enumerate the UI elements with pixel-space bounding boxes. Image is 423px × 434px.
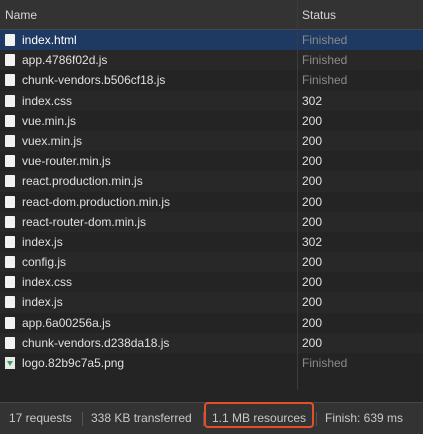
- document-icon: [5, 74, 15, 87]
- request-name: config.js: [22, 255, 67, 270]
- request-name: app.4786f02d.js: [22, 53, 108, 68]
- document-icon: [5, 195, 15, 208]
- document-icon: [5, 94, 15, 107]
- network-panel: Name Status index.html Finished app.4786f0…: [0, 0, 423, 434]
- request-status: 200: [302, 315, 323, 330]
- column-header-status[interactable]: Status: [302, 0, 336, 30]
- table-row[interactable]: index.css 302: [0, 90, 423, 111]
- table-row[interactable]: index.js 302: [0, 231, 423, 253]
- request-status: 302: [302, 234, 323, 249]
- document-icon: [5, 316, 15, 329]
- requests-count: 17 requests: [9, 411, 72, 425]
- table-row[interactable]: app.6a00256a.js 200: [0, 312, 423, 333]
- request-status: 200: [302, 174, 323, 189]
- request-status: 200: [302, 113, 323, 128]
- request-status: 200: [302, 295, 323, 310]
- transferred-size: 338 KB transferred: [91, 411, 192, 425]
- table-row[interactable]: chunk-vendors.d238da18.js 200: [0, 332, 423, 353]
- request-status: Finished: [302, 53, 348, 68]
- request-name: index.css: [22, 93, 73, 108]
- document-icon: [5, 155, 15, 168]
- document-icon: [5, 134, 15, 147]
- request-name: app.6a00256a.js: [22, 315, 111, 330]
- column-header-name[interactable]: Name: [5, 0, 37, 30]
- summary-divider: [82, 412, 83, 426]
- request-status: 200: [302, 214, 323, 229]
- document-icon: [5, 114, 15, 127]
- request-status: Finished: [302, 356, 348, 370]
- request-status: Finished: [302, 73, 348, 88]
- request-name: react-router-dom.min.js: [22, 214, 147, 229]
- request-name: react.production.min.js: [22, 174, 143, 189]
- request-status: 200: [302, 255, 323, 270]
- request-name: index.html: [22, 33, 77, 47]
- request-status: 302: [302, 93, 323, 108]
- request-status: 200: [302, 194, 323, 209]
- table-row[interactable]: react-router-dom.min.js 200: [0, 211, 423, 232]
- table-row[interactable]: config.js 200: [0, 252, 423, 273]
- document-icon: [5, 175, 15, 188]
- request-name: logo.82b9c7a5.png: [22, 356, 125, 370]
- document-icon: [5, 336, 15, 349]
- table-row[interactable]: react-dom.production.min.js 200: [0, 191, 423, 212]
- document-icon: [5, 235, 15, 248]
- table-row[interactable]: index.html Finished: [0, 30, 423, 51]
- request-name: vue.min.js: [22, 113, 77, 128]
- table-row[interactable]: app.4786f02d.js Finished: [0, 50, 423, 71]
- document-icon: [5, 54, 15, 67]
- table-row[interactable]: vuex.min.js 200: [0, 130, 423, 152]
- document-icon: [5, 34, 15, 46]
- request-status: 200: [302, 154, 323, 169]
- column-divider[interactable]: [297, 0, 298, 390]
- request-name: chunk-vendors.b506cf18.js: [22, 73, 166, 88]
- request-name: index.css: [22, 275, 73, 290]
- request-status: 200: [302, 275, 323, 290]
- summary-divider: [316, 412, 317, 426]
- request-name: chunk-vendors.d238da18.js: [22, 335, 170, 350]
- finish-time: Finish: 639 ms: [325, 411, 404, 425]
- document-icon: [5, 256, 15, 269]
- table-row[interactable]: vue-router.min.js 200: [0, 151, 423, 172]
- request-name: vue-router.min.js: [22, 154, 111, 169]
- document-icon: [5, 296, 15, 309]
- request-list: index.html Finished app.4786f02d.js Finishe…: [0, 30, 423, 374]
- table-header: Name Status: [0, 0, 423, 30]
- table-row[interactable]: index.css 200: [0, 272, 423, 293]
- request-status: Finished: [302, 33, 348, 47]
- resources-highlight: [204, 402, 314, 428]
- document-icon: [5, 276, 15, 289]
- table-row[interactable]: react.production.min.js 200: [0, 171, 423, 192]
- request-status: 200: [302, 335, 323, 350]
- table-row[interactable]: vue.min.js 200: [0, 110, 423, 131]
- request-name: vuex.min.js: [22, 133, 83, 148]
- image-icon: [5, 357, 15, 369]
- table-row[interactable]: logo.82b9c7a5.png Finished: [0, 353, 423, 374]
- request-name: index.js: [22, 234, 63, 249]
- request-name: react-dom.production.min.js: [22, 194, 171, 209]
- request-status: 200: [302, 133, 323, 148]
- table-row[interactable]: index.js 200: [0, 292, 423, 313]
- request-name: index.js: [22, 295, 63, 310]
- document-icon: [5, 215, 15, 228]
- table-row[interactable]: chunk-vendors.b506cf18.js Finished: [0, 70, 423, 91]
